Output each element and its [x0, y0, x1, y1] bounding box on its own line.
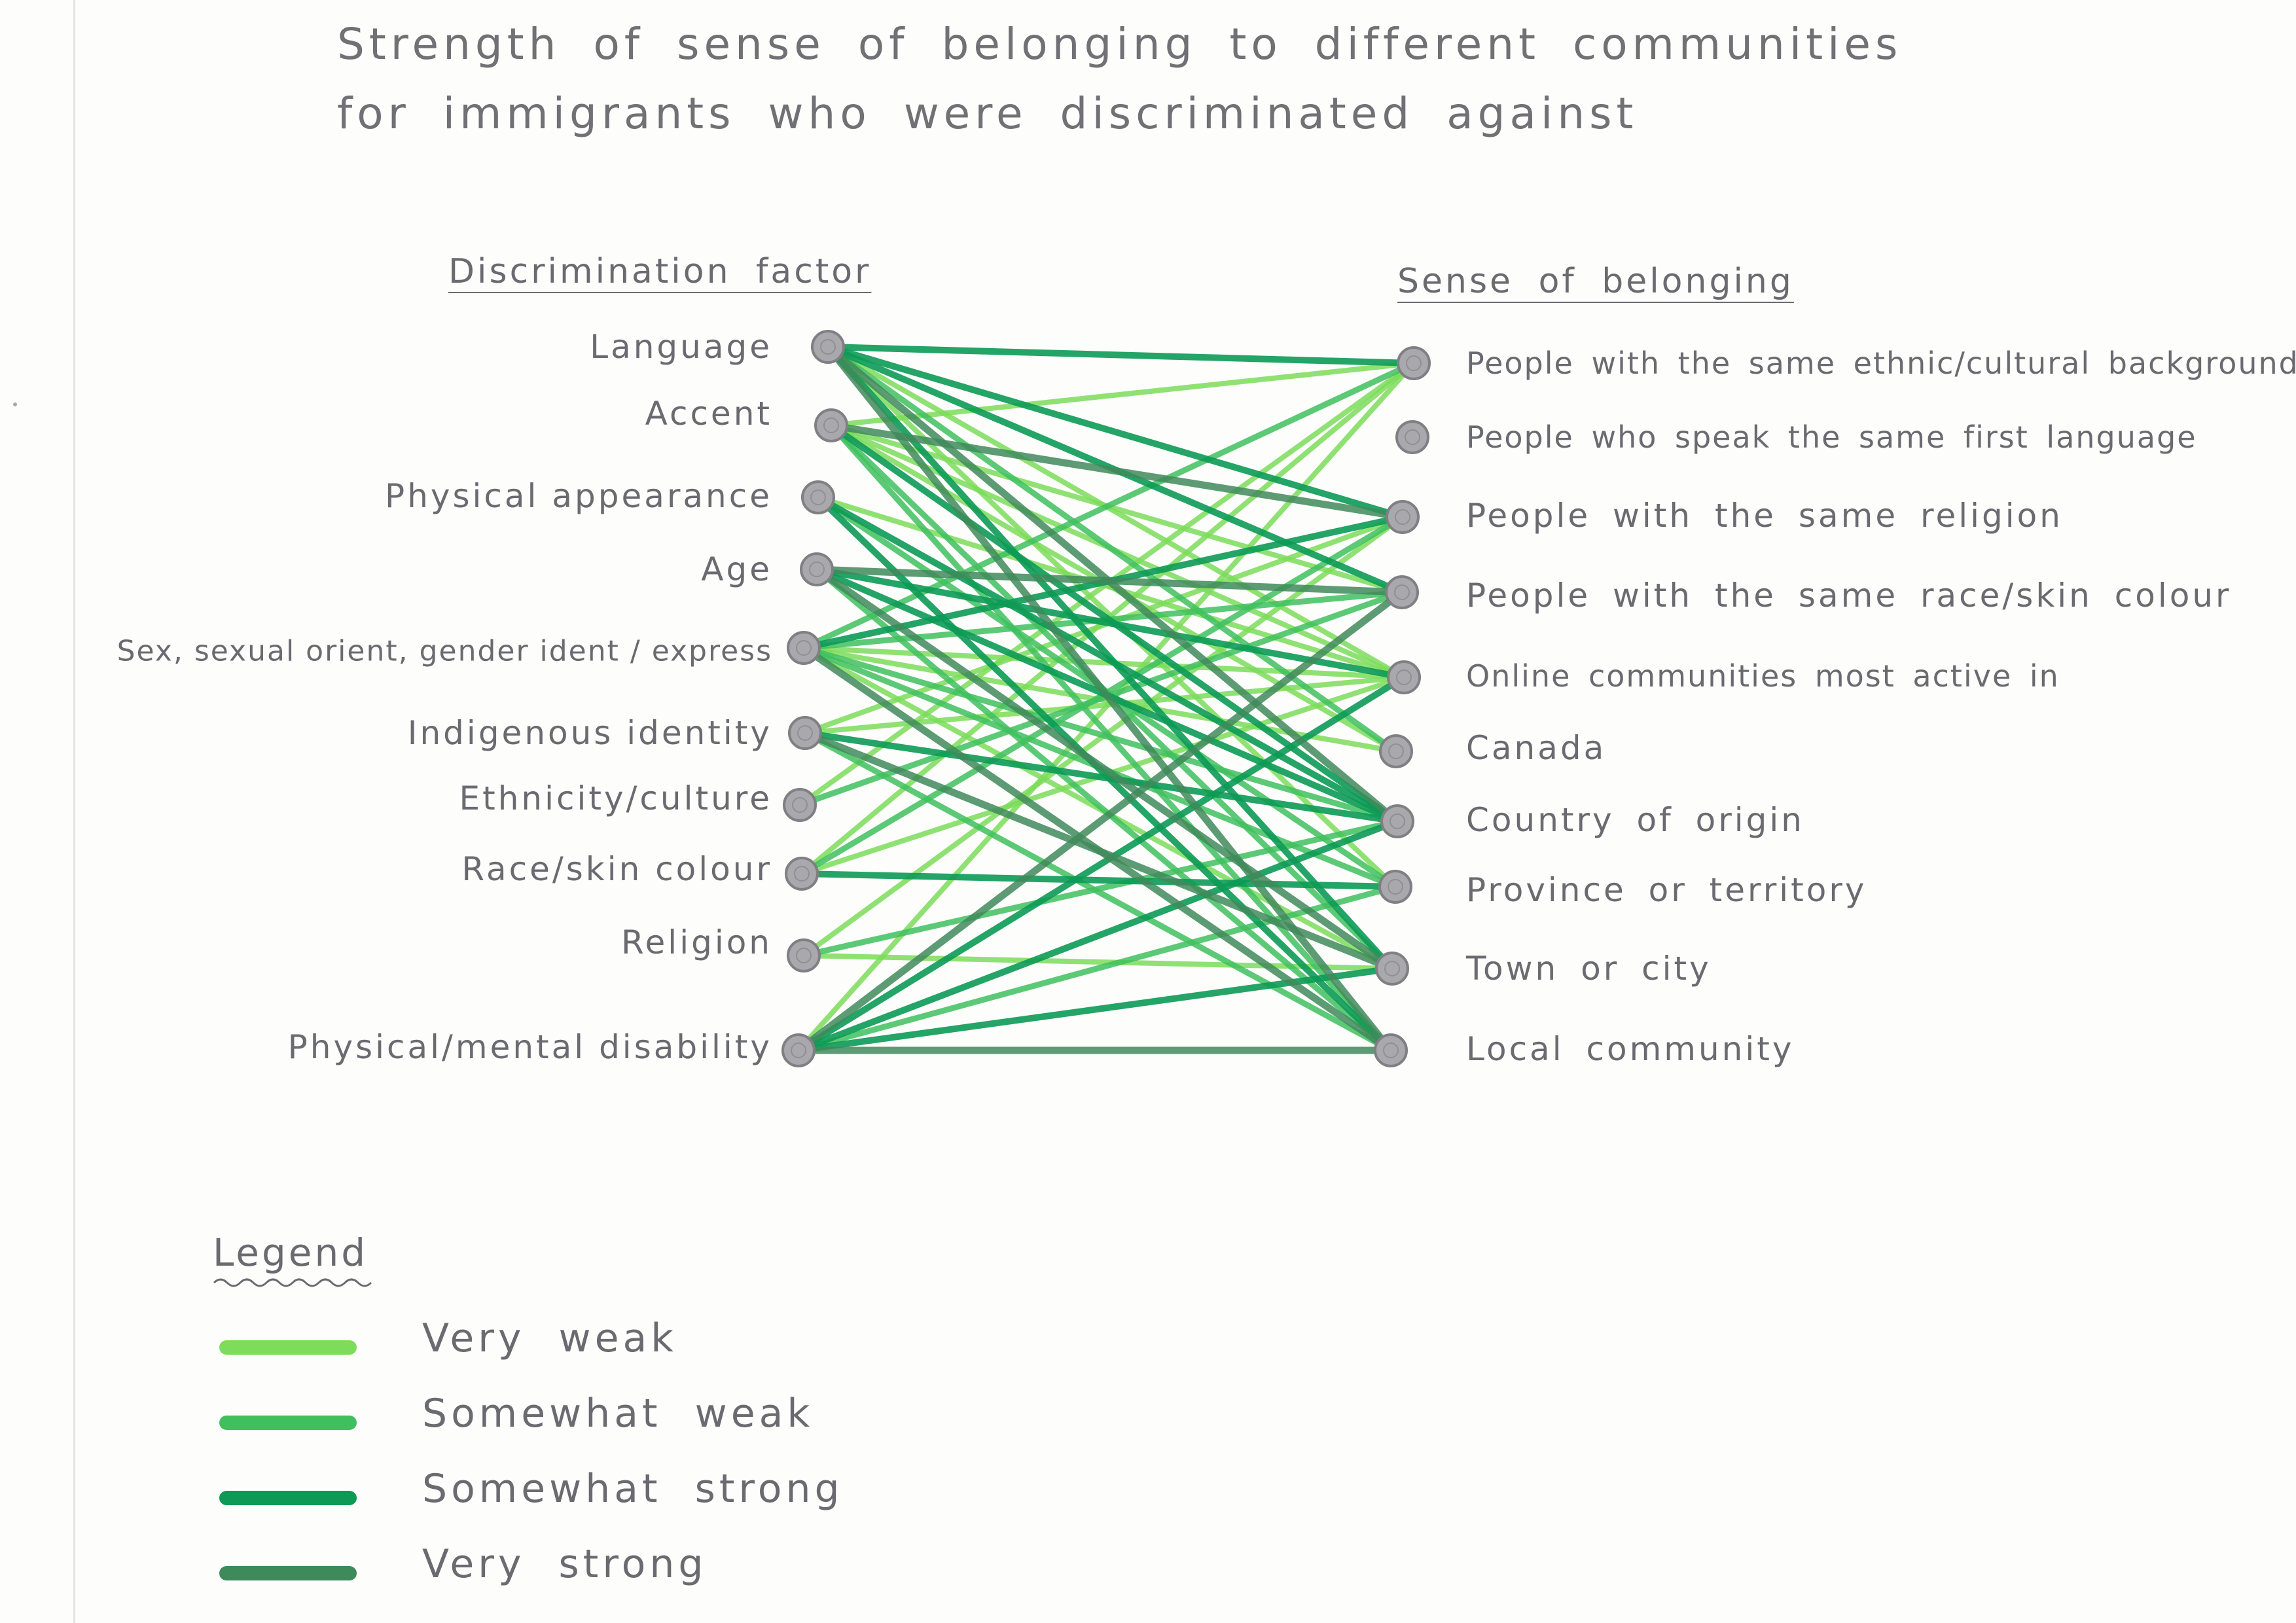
connection-line-f0-b0 [825, 344, 1417, 366]
belonging-network-diagram [781, 330, 1431, 1067]
legend-label-very-weak: Very weak [422, 1315, 678, 1361]
legend-item-very-weak: Very weak [213, 1315, 867, 1374]
factor-node-8 [787, 938, 821, 972]
belonging-node-9 [1374, 1033, 1408, 1067]
legend-label-somewhat-weak: Somewhat weak [422, 1391, 814, 1436]
belonging-node-1 [1395, 420, 1429, 454]
belonging-node-3 [1385, 575, 1419, 609]
belonging-node-4 [1387, 660, 1421, 694]
factor-node-3 [800, 552, 834, 586]
belonging-node-8 [1375, 952, 1409, 986]
factor-node-0 [811, 330, 845, 364]
belonging-node-0 [1397, 346, 1431, 380]
factor-node-2 [801, 480, 835, 514]
legend-swatch-very-weak [219, 1340, 357, 1355]
legend-label-somewhat-strong: Somewhat strong [422, 1466, 844, 1512]
factor-node-4 [787, 631, 821, 665]
connection-lines [795, 343, 1417, 1054]
legend-title: Legend [213, 1230, 368, 1275]
factor-node-5 [788, 716, 822, 750]
belonging-node-5 [1379, 734, 1413, 768]
legend-swatch-very-strong [219, 1566, 357, 1580]
legend-label-very-strong: Very strong [422, 1541, 708, 1587]
legend-swatch-somewhat-strong [219, 1491, 357, 1505]
belonging-node-7 [1378, 870, 1412, 904]
legend-title-squiggle [213, 1278, 372, 1287]
legend-item-somewhat-strong: Somewhat strong [213, 1466, 867, 1525]
legend-item-very-strong: Very strong [213, 1541, 867, 1600]
belonging-nodes [1374, 346, 1431, 1067]
legend-item-somewhat-weak: Somewhat weak [213, 1391, 867, 1450]
belonging-node-6 [1380, 804, 1414, 838]
belonging-node-2 [1386, 500, 1420, 534]
factor-node-6 [783, 788, 817, 822]
factor-node-9 [781, 1033, 816, 1067]
factor-node-7 [785, 857, 819, 891]
factor-node-1 [814, 408, 848, 442]
legend-swatch-somewhat-weak [219, 1416, 357, 1430]
